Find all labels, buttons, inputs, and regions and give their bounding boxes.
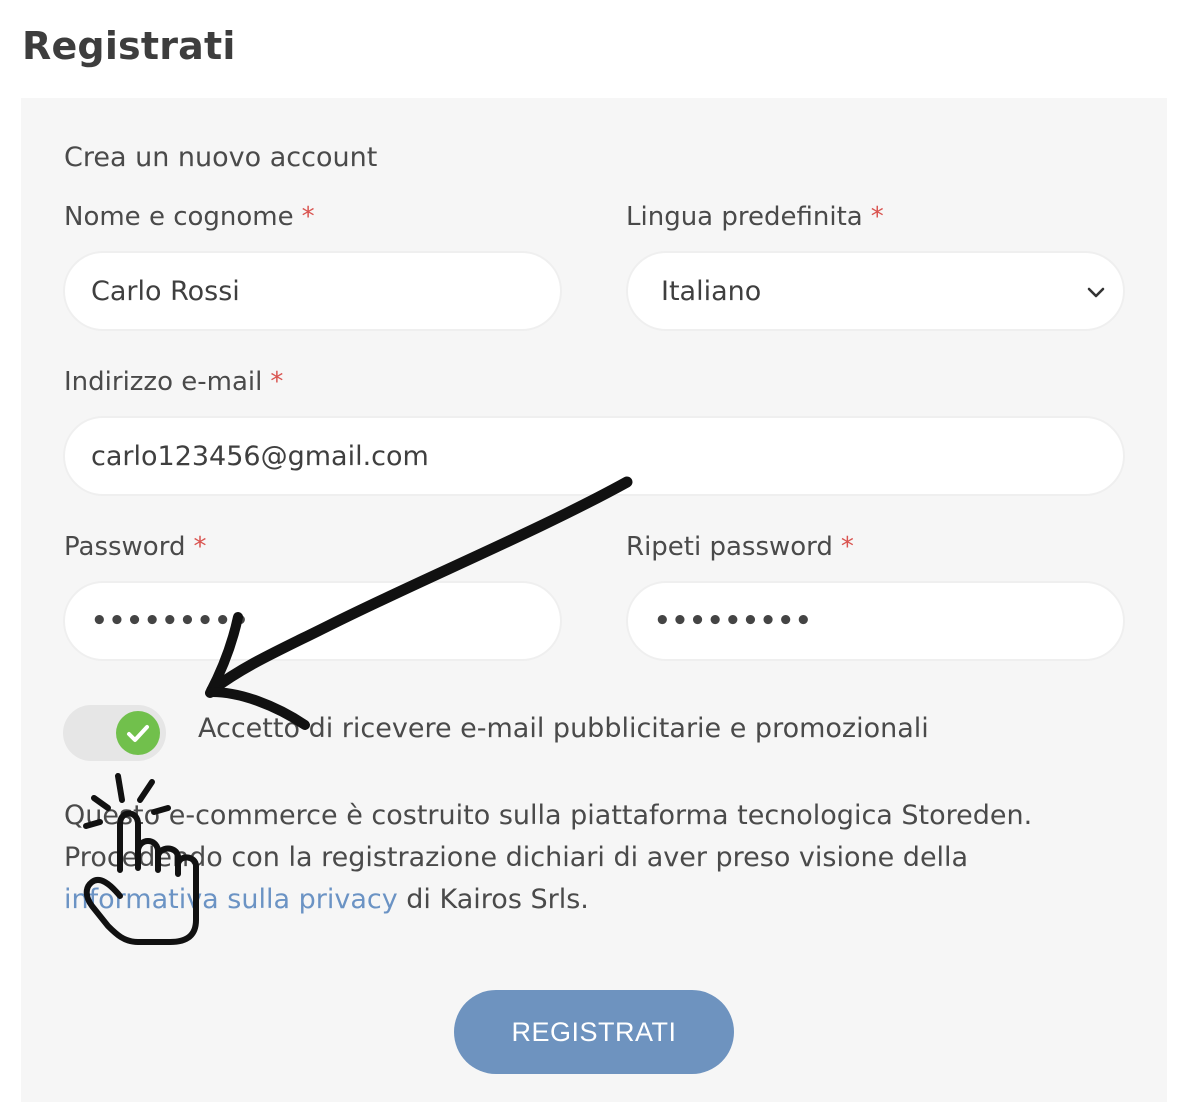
required-mark: * [270, 367, 284, 397]
language-select[interactable]: Italiano [626, 251, 1125, 331]
page-title: Registrati [22, 24, 236, 68]
newsletter-toggle[interactable] [63, 705, 166, 761]
legal-line-3-suffix: di Kairos Srls. [397, 884, 589, 915]
email-label: Indirizzo e-mail * [64, 367, 283, 397]
required-mark: * [193, 532, 207, 562]
repeat-password-label: Ripeti password * [626, 532, 854, 562]
repeat-password-label-text: Ripeti password [626, 532, 833, 562]
email-input-value: carlo123456@gmail.com [91, 440, 429, 472]
password-label: Password * [64, 532, 206, 562]
toggle-knob [116, 711, 160, 755]
privacy-policy-link[interactable]: informativa sulla privacy [64, 884, 398, 915]
repeat-password-input[interactable]: ••••••••• [626, 581, 1125, 661]
legal-line-2: Procedendo con la registrazione dichiari… [64, 842, 969, 873]
repeat-password-input-value: ••••••••• [654, 606, 813, 636]
chevron-down-icon [1087, 287, 1105, 298]
required-mark: * [870, 202, 884, 232]
name-label: Nome e cognome * [64, 202, 315, 232]
password-input-value: ••••••••• [91, 606, 250, 636]
register-button[interactable]: REGISTRATI [454, 990, 734, 1074]
email-label-text: Indirizzo e-mail [64, 367, 263, 397]
legal-line-1: Questo e-commerce è costruito sulla piat… [64, 800, 1033, 831]
password-label-text: Password [64, 532, 186, 562]
name-label-text: Nome e cognome [64, 202, 294, 232]
legal-line-3: informativa sulla privacy di Kairos Srls… [64, 879, 1144, 921]
required-mark: * [840, 532, 854, 562]
newsletter-label: Accetto di ricevere e-mail pubblicitarie… [198, 713, 929, 744]
language-label: Lingua predefinita * [626, 202, 884, 232]
name-input[interactable]: Carlo Rossi [63, 251, 562, 331]
password-input[interactable]: ••••••••• [63, 581, 562, 661]
email-input[interactable]: carlo123456@gmail.com [63, 416, 1125, 496]
check-icon [127, 725, 149, 742]
language-select-value: Italiano [661, 275, 762, 307]
legal-notice: Questo e-commerce è costruito sulla piat… [64, 795, 1144, 921]
form-subtitle: Crea un nuovo account [64, 142, 378, 173]
language-label-text: Lingua predefinita [626, 202, 863, 232]
name-input-value: Carlo Rossi [91, 275, 240, 307]
required-mark: * [301, 202, 315, 232]
